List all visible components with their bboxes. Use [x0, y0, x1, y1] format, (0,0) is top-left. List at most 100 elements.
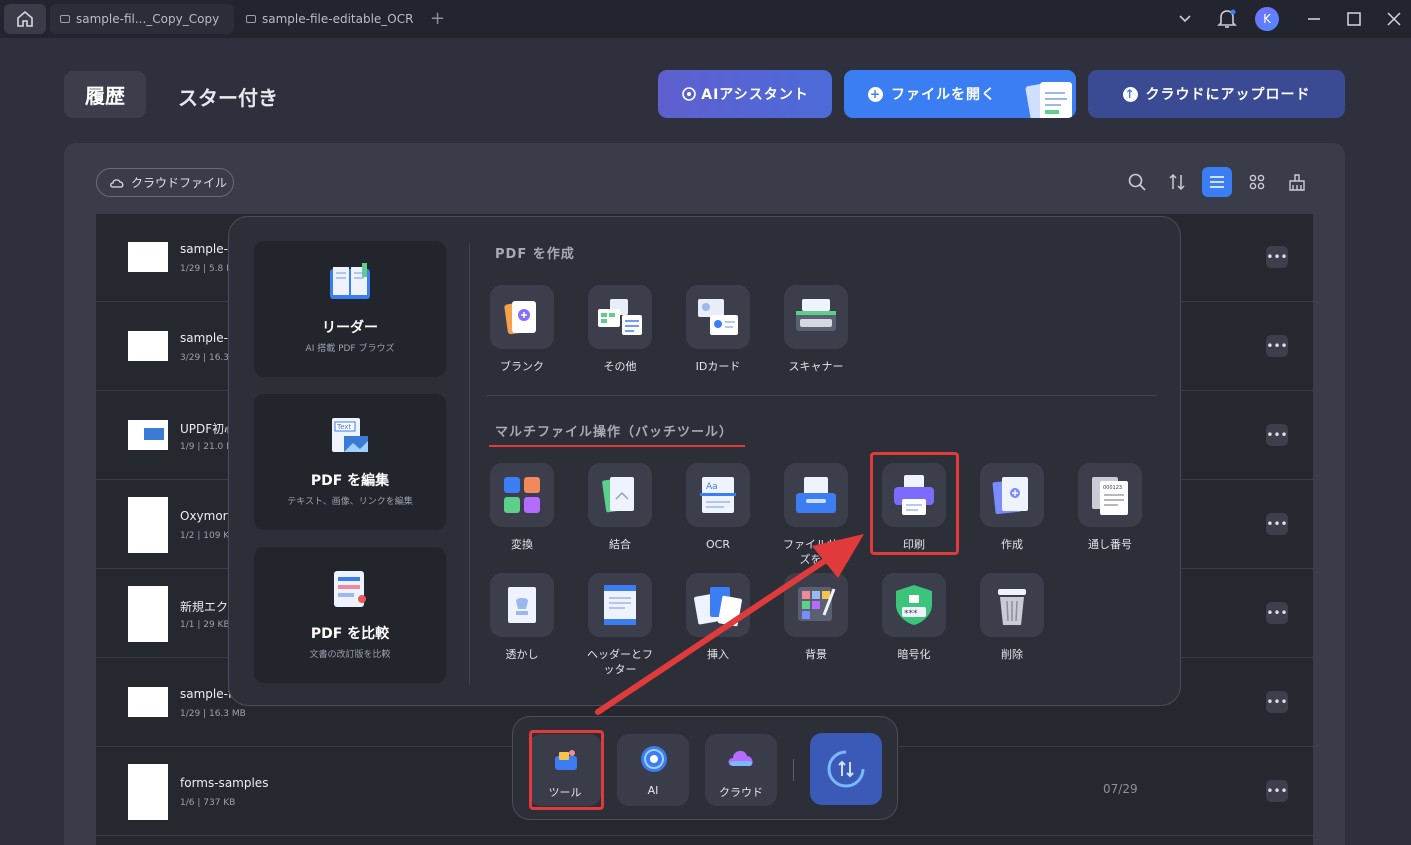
file-meta: 1/1 | 29 KB: [180, 620, 230, 630]
tool-header-footer[interactable]: ヘッダーとフッター: [587, 573, 653, 677]
tab-file-2[interactable]: sample-file-editable_OCR: [236, 4, 416, 34]
file-name: 新規エク: [180, 600, 229, 614]
create-icon: [980, 463, 1044, 527]
tool-label: 暗号化: [897, 648, 931, 661]
compare-pdf-card[interactable]: PDF を比較 文書の改訂版を比較: [254, 547, 446, 683]
id-card-icon: [686, 285, 750, 349]
tab-label: sample-fil..._Copy_Copy: [76, 12, 220, 26]
more-button[interactable]: •••: [1266, 602, 1288, 624]
cloud-icon: [110, 178, 124, 188]
list-toolbar: [1122, 166, 1312, 198]
blank-page-icon: [490, 285, 554, 349]
tool-label: OCR: [706, 538, 730, 551]
dock-ai-button[interactable]: AI: [617, 734, 689, 806]
reader-title: リーダー: [322, 320, 378, 336]
tool-blank[interactable]: ブランク: [489, 285, 555, 374]
chevron-down-icon[interactable]: [1178, 13, 1192, 25]
more-button[interactable]: •••: [1266, 424, 1288, 446]
scanner-icon: [784, 285, 848, 349]
svg-text:Aa: Aa: [706, 482, 718, 492]
bates-number-icon: 000123: [1078, 463, 1142, 527]
tool-combine[interactable]: 結合: [587, 463, 653, 552]
upload-cloud-button[interactable]: ↑ クラウドにアップロード: [1088, 70, 1345, 118]
tool-bates-number[interactable]: 000123 通し番号: [1077, 463, 1143, 552]
tab-file-1[interactable]: sample-fil..._Copy_Copy: [50, 4, 234, 34]
tool-convert[interactable]: 変換: [489, 463, 555, 552]
file-meta: 1/9 | 21.0 M: [180, 442, 234, 452]
compare-pdf-subtitle: 文書の改訂版を比較: [309, 650, 391, 660]
tab-label: sample-file-editable_OCR: [262, 12, 414, 26]
tool-label: 結合: [609, 538, 631, 551]
tool-label: ヘッダーとフッター: [587, 648, 653, 676]
avatar[interactable]: K: [1255, 7, 1279, 31]
edit-pdf-subtitle: テキスト、画像、リンクを編集: [287, 497, 413, 507]
tab-starred[interactable]: スター付き: [178, 82, 278, 111]
tool-background[interactable]: 背景: [783, 573, 849, 662]
tool-delete[interactable]: 削除: [979, 573, 1045, 662]
tool-label: IDカード: [695, 360, 741, 373]
search-icon[interactable]: [1122, 167, 1152, 197]
more-button[interactable]: •••: [1266, 691, 1288, 713]
close-icon[interactable]: [1386, 11, 1402, 27]
file-name: forms-samples: [180, 776, 269, 790]
tool-scanner[interactable]: スキャナー: [783, 285, 849, 374]
tool-label: 作成: [1001, 538, 1023, 551]
list-view-icon[interactable]: [1202, 167, 1232, 197]
home-icon: [17, 10, 33, 27]
svg-text:Text: Text: [336, 423, 351, 431]
more-button[interactable]: •••: [1266, 513, 1288, 535]
tool-watermark[interactable]: 透かし: [489, 573, 555, 662]
edit-pdf-title: PDF を編集: [310, 473, 390, 489]
tool-label: 挿入: [707, 648, 729, 661]
ai-assistant-icon: [682, 87, 697, 101]
tool-label: 通し番号: [1088, 538, 1132, 551]
tool-ocr[interactable]: Aa OCR: [685, 463, 751, 552]
ai-assistant-button[interactable]: AIアシスタント: [658, 70, 832, 118]
edit-pdf-card[interactable]: Text PDF を編集 テキスト、画像、リンクを編集: [254, 394, 446, 530]
file-meta: 1/29 | 5.8 M: [180, 264, 234, 274]
cloud-icon: [728, 750, 753, 766]
bell-icon[interactable]: [1217, 8, 1237, 30]
tool-label: ファイルサイズを縮: [783, 538, 849, 566]
ai-assistant-label: AIアシスタント: [701, 87, 809, 103]
tool-label: 削除: [1001, 648, 1023, 661]
grid-view-icon[interactable]: [1242, 167, 1272, 197]
reader-card[interactable]: リーダー AI 搭載 PDF ブラウズ: [254, 241, 446, 377]
file-thumbnail: [128, 331, 168, 361]
home-button[interactable]: [4, 4, 46, 34]
compare-pdf-title: PDF を比較: [310, 626, 390, 642]
tab-file-icon: [60, 15, 70, 23]
file-thumbnail: [128, 586, 168, 642]
dock-cloud-button[interactable]: クラウド: [705, 734, 777, 806]
maximize-icon[interactable]: [1346, 11, 1362, 27]
add-tab-button[interactable]: +: [430, 8, 445, 29]
dock-ai-label: AI: [647, 784, 659, 797]
highlight-underline: [489, 445, 745, 447]
more-button[interactable]: •••: [1266, 246, 1288, 268]
dock-sync-button[interactable]: [810, 733, 882, 805]
svg-text:***: ***: [904, 609, 918, 619]
header-footer-icon: [588, 573, 652, 637]
tab-history[interactable]: 履歴: [64, 71, 146, 118]
combine-icon: [588, 463, 652, 527]
clean-icon[interactable]: [1282, 167, 1312, 197]
minimize-icon[interactable]: [1306, 12, 1322, 26]
tool-id-card[interactable]: IDカード: [685, 285, 751, 374]
sort-icon[interactable]: [1162, 167, 1192, 197]
other-formats-icon: [588, 285, 652, 349]
avatar-letter: K: [1263, 12, 1271, 26]
open-file-button[interactable]: + ファイルを開く: [844, 70, 1076, 118]
tool-other[interactable]: その他: [587, 285, 653, 374]
insert-icon: [686, 573, 750, 637]
tool-compress[interactable]: ファイルサイズを縮: [783, 463, 849, 567]
sync-icon: [827, 750, 865, 788]
file-name: sample-f: [180, 242, 233, 256]
dock-divider: [793, 759, 794, 781]
encrypt-icon: ***: [882, 573, 946, 637]
tool-create[interactable]: 作成: [979, 463, 1045, 552]
more-button[interactable]: •••: [1266, 335, 1288, 357]
more-button[interactable]: •••: [1266, 780, 1288, 802]
cloud-files-filter[interactable]: クラウドファイル: [96, 168, 234, 197]
tool-encrypt[interactable]: *** 暗号化: [881, 573, 947, 662]
tool-insert[interactable]: 挿入: [685, 573, 751, 662]
